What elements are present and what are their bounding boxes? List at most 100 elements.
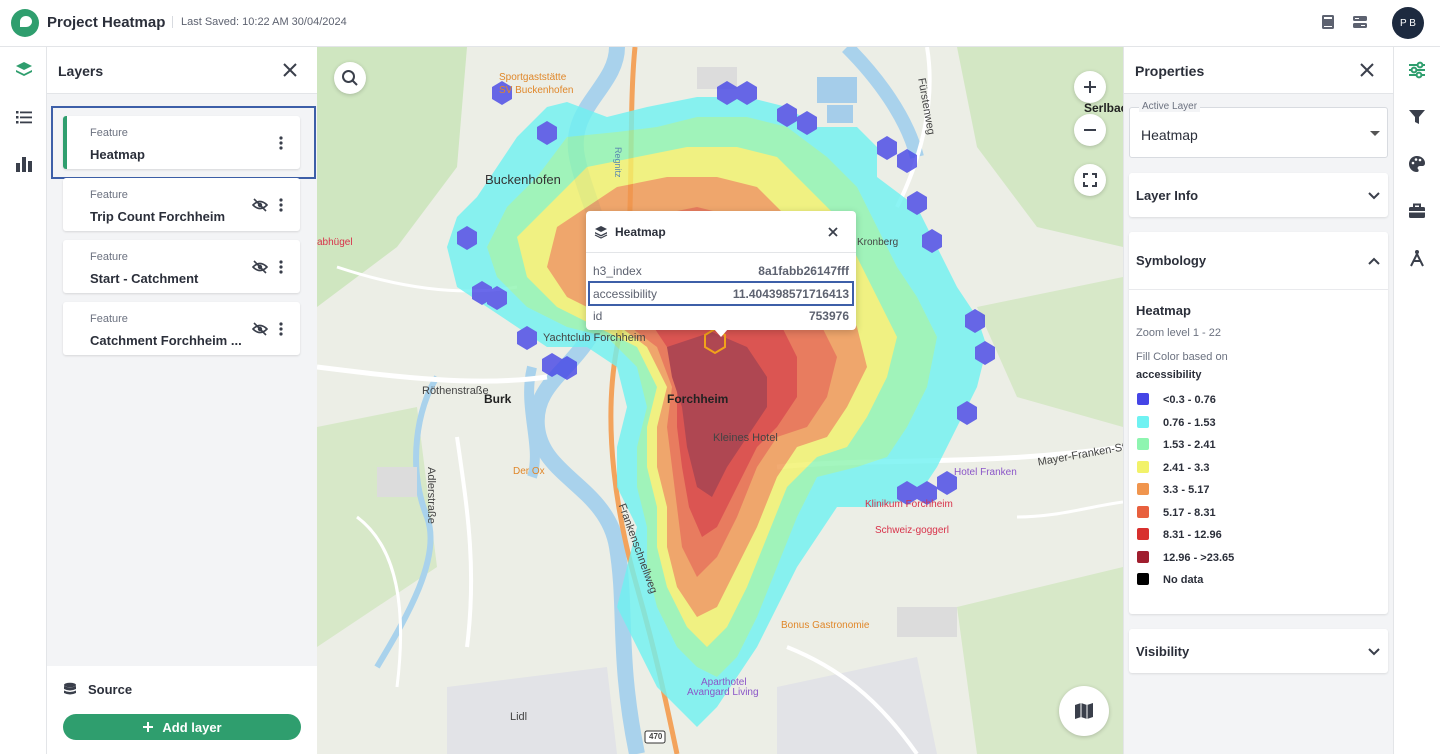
popup-row: id 753976: [593, 306, 849, 326]
symbology-zoom: Zoom level 1 - 22: [1136, 327, 1221, 339]
minus-icon: [1084, 129, 1096, 131]
eye-off-icon[interactable]: [252, 321, 268, 337]
active-layer-value: Heatmap: [1141, 127, 1198, 143]
popup-value: 8a1fabb26147fff: [758, 264, 849, 278]
layer-name: Trip Count Forchheim: [90, 209, 226, 224]
map-label: Schweiz-goggerl: [875, 525, 949, 536]
active-layer-indicator: [63, 116, 67, 169]
user-avatar[interactable]: P B: [1392, 7, 1424, 39]
visibility-section[interactable]: Visibility: [1129, 629, 1388, 673]
sliders-icon[interactable]: [1407, 60, 1427, 80]
fullscreen-button[interactable]: [1074, 164, 1106, 196]
map-icon: [1075, 703, 1093, 719]
map-canvas[interactable]: Sportgaststätte SV Buckenhofen Buckenhof…: [317, 47, 1123, 754]
add-layer-button[interactable]: Add layer: [63, 714, 301, 740]
legend-swatch: [1137, 416, 1149, 428]
map-label: SV Buckenhofen: [499, 85, 574, 96]
map-label: Kleines Hotel: [713, 432, 778, 444]
properties-panel-title: Properties: [1135, 63, 1205, 79]
popup-header: Heatmap: [586, 211, 856, 253]
more-options-icon[interactable]: [277, 259, 285, 275]
last-saved-text: Last Saved: 10:22 AM 30/04/2024: [172, 16, 347, 28]
source-section: Source Add layer: [47, 666, 317, 754]
close-icon[interactable]: [828, 227, 838, 237]
compass-tool-icon[interactable]: [1407, 248, 1427, 268]
eye-off-icon[interactable]: [252, 197, 268, 213]
palette-icon[interactable]: [1407, 154, 1427, 174]
layer-type: Feature: [90, 313, 128, 325]
legend-swatch: [1137, 461, 1149, 473]
popup-key: h3_index: [593, 264, 642, 278]
zoom-in-button[interactable]: [1074, 71, 1106, 103]
eye-off-icon[interactable]: [252, 259, 268, 275]
more-options-icon[interactable]: [277, 321, 285, 337]
layer-info-section[interactable]: Layer Info: [1129, 173, 1388, 217]
legend-swatch: [1137, 551, 1149, 563]
layers-panel: Layers Feature Heatmap Feature Trip Coun…: [47, 47, 317, 754]
layers-panel-title: Layers: [58, 63, 104, 79]
popup-title: Heatmap: [615, 225, 666, 239]
active-layer-label: Active Layer: [1139, 101, 1201, 112]
toggle-view-icon[interactable]: [1352, 14, 1368, 30]
layer-name: Heatmap: [90, 147, 145, 162]
legend-label: 8.31 - 12.96: [1163, 529, 1222, 541]
zoom-out-button[interactable]: [1074, 114, 1106, 146]
close-icon[interactable]: [1358, 61, 1376, 79]
close-icon[interactable]: [281, 61, 299, 79]
map-label: Sportgaststätte: [499, 72, 567, 83]
search-icon: [342, 70, 358, 86]
app-title: Project Heatmap: [47, 14, 166, 31]
feature-popup: Heatmap h3_index 8a1fabb26147fff accessi…: [586, 211, 856, 337]
layers-panel-header: Layers: [47, 47, 317, 94]
layer-info-header[interactable]: Layer Info: [1129, 173, 1388, 217]
more-options-icon[interactable]: [277, 135, 285, 151]
list-icon[interactable]: [14, 107, 34, 127]
map-label: Forchheim: [667, 392, 729, 406]
database-icon: [64, 682, 76, 695]
popup-arrow: [714, 329, 728, 337]
filter-icon[interactable]: [1407, 107, 1427, 127]
app-logo[interactable]: [11, 9, 39, 37]
popup-row: h3_index 8a1fabb26147fff: [593, 261, 849, 281]
properties-panel-header: Properties: [1124, 47, 1393, 94]
popup-value: 753976: [808, 309, 849, 323]
map-search-button[interactable]: [334, 62, 366, 94]
book-icon[interactable]: [1320, 14, 1336, 30]
popup-row-highlight: [588, 281, 854, 306]
symbology-section: Symbology Heatmap Zoom level 1 - 22 Fill…: [1129, 232, 1388, 614]
toolbox-icon[interactable]: [1407, 201, 1427, 221]
popup-key: id: [593, 309, 603, 323]
properties-panel: Properties Active Layer Heatmap Layer In…: [1123, 47, 1393, 754]
legend-swatch: [1137, 528, 1149, 540]
symbology-fill-label: Fill Color based on: [1136, 351, 1228, 363]
layers-icon[interactable]: [14, 60, 34, 80]
layer-type: Feature: [90, 251, 128, 263]
layer-item-trip-count[interactable]: Feature Trip Count Forchheim: [63, 178, 300, 231]
map-label: Yachtclub Forchheim: [543, 332, 646, 344]
map-label: Regnitz: [613, 147, 623, 178]
basemap-button[interactable]: [1059, 686, 1109, 736]
layer-item-heatmap[interactable]: Feature Heatmap: [63, 116, 300, 169]
layer-name: Start - Catchment: [90, 271, 199, 286]
plus-icon: [143, 722, 154, 732]
legend-swatch: [1137, 506, 1149, 518]
bar-chart-icon[interactable]: [14, 154, 34, 174]
symbology-header[interactable]: Symbology: [1129, 232, 1388, 290]
active-layer-select[interactable]: Active Layer Heatmap: [1129, 101, 1388, 158]
more-options-icon[interactable]: [277, 197, 285, 213]
visibility-header[interactable]: Visibility: [1129, 629, 1388, 673]
map-label: Klinikum Forchheim: [865, 499, 953, 510]
legend-swatch: [1137, 393, 1149, 405]
right-rail: [1393, 47, 1440, 754]
map-label: abhügel: [317, 237, 353, 248]
map-label: Röthenstraße: [422, 385, 489, 397]
chevron-up-icon: [1368, 257, 1380, 265]
map-label: Kronberg: [857, 237, 899, 248]
legend-label: 5.17 - 8.31: [1163, 507, 1216, 519]
layer-item-start-catchment[interactable]: Feature Start - Catchment: [63, 240, 300, 293]
layer-name: Catchment Forchheim ...: [90, 333, 242, 348]
legend-label: 1.53 - 2.41: [1163, 439, 1216, 451]
layer-item-catchment-forchheim[interactable]: Feature Catchment Forchheim ...: [63, 302, 300, 355]
layer-type: Feature: [90, 127, 128, 139]
legend-swatch: [1137, 573, 1149, 585]
